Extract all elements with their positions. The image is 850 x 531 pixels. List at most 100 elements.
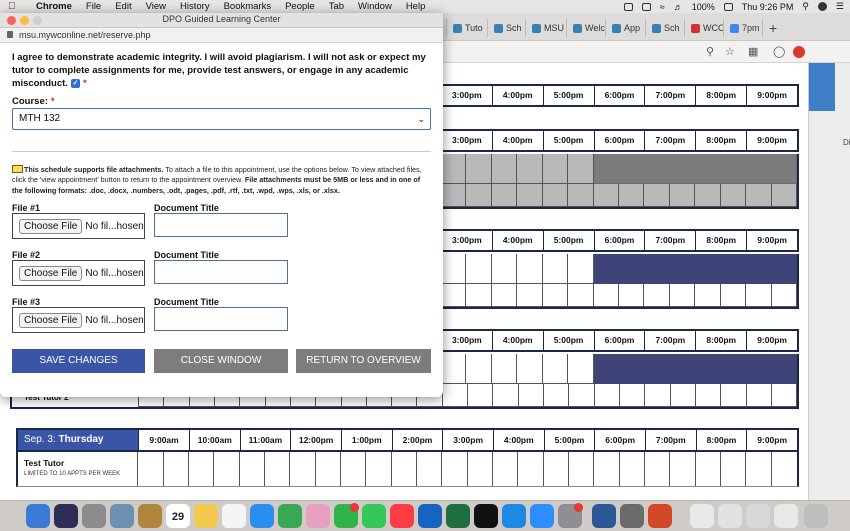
browser-tab[interactable]: Sch — [487, 19, 522, 37]
menu-help[interactable]: Help — [406, 1, 426, 12]
document-thumbnail-icon[interactable] — [620, 504, 644, 528]
document-stack-icon[interactable] — [746, 504, 770, 528]
file2-input[interactable]: Choose File No fil...hosen — [12, 260, 145, 286]
slot[interactable] — [544, 452, 570, 486]
word-icon[interactable] — [592, 504, 616, 528]
slot[interactable] — [491, 154, 518, 184]
slot[interactable] — [240, 452, 265, 486]
menu-bookmarks[interactable]: Bookmarks — [224, 1, 272, 12]
slot[interactable] — [440, 354, 467, 384]
slot[interactable] — [466, 284, 492, 307]
slot[interactable] — [568, 154, 594, 184]
key-icon[interactable]: ⚲ — [706, 45, 714, 58]
volume-icon[interactable]: ♬ — [674, 2, 683, 12]
system-preferences-icon[interactable] — [558, 503, 583, 528]
slot[interactable] — [493, 452, 519, 486]
slot[interactable] — [440, 254, 467, 284]
slot[interactable] — [569, 452, 595, 486]
slot[interactable] — [644, 184, 670, 207]
slot[interactable] — [442, 384, 469, 407]
safari-icon[interactable] — [250, 504, 274, 528]
booked-block[interactable] — [593, 254, 797, 284]
preview-icon[interactable] — [110, 504, 134, 528]
powerpoint-icon[interactable] — [648, 504, 672, 528]
slot[interactable] — [466, 154, 492, 184]
menu-view[interactable]: View — [146, 1, 166, 12]
update-icon[interactable] — [793, 46, 805, 58]
document-stack-icon[interactable] — [774, 504, 798, 528]
excel-icon[interactable] — [446, 504, 470, 528]
messages-icon[interactable] — [334, 503, 359, 528]
slot[interactable] — [695, 184, 721, 207]
slot[interactable] — [772, 452, 797, 486]
screen-icon[interactable] — [623, 2, 633, 11]
battery-icon[interactable] — [723, 2, 733, 11]
slot[interactable] — [392, 452, 418, 486]
reminders-icon[interactable] — [222, 504, 246, 528]
slot[interactable] — [468, 384, 494, 407]
slot[interactable] — [746, 384, 772, 407]
slot[interactable] — [189, 452, 215, 486]
slot[interactable] — [721, 384, 747, 407]
slot[interactable] — [517, 284, 543, 307]
slot[interactable] — [720, 184, 747, 207]
slot[interactable] — [491, 254, 518, 284]
siri-icon[interactable] — [54, 504, 78, 528]
notes-icon[interactable] — [194, 504, 218, 528]
slot[interactable] — [542, 284, 569, 307]
slot[interactable] — [265, 452, 291, 486]
menu-window[interactable]: Window — [358, 1, 392, 12]
choose-file-button[interactable]: Choose File — [19, 312, 83, 328]
slot[interactable] — [440, 154, 467, 184]
slot[interactable] — [518, 452, 544, 486]
tv-icon[interactable] — [474, 504, 498, 528]
finder-icon[interactable] — [26, 504, 50, 528]
slot[interactable] — [491, 354, 518, 384]
contacts-icon[interactable] — [138, 504, 162, 528]
slot[interactable] — [542, 254, 569, 284]
browser-tab[interactable]: Sch — [645, 19, 680, 37]
slot[interactable] — [517, 354, 543, 384]
slot[interactable] — [644, 284, 670, 307]
music-icon[interactable] — [390, 504, 414, 528]
slot[interactable] — [695, 384, 722, 407]
slot[interactable] — [594, 384, 620, 407]
menu-history[interactable]: History — [180, 1, 210, 12]
wifi-icon[interactable]: ≈ — [660, 2, 665, 12]
slot[interactable] — [669, 184, 696, 207]
extension-icon[interactable]: ▦ — [748, 45, 758, 58]
slot[interactable] — [493, 384, 519, 407]
clock[interactable]: Thu 9:26 PM — [742, 2, 794, 12]
slot[interactable] — [518, 384, 544, 407]
slot[interactable] — [669, 284, 696, 307]
launchpad-icon[interactable] — [82, 504, 106, 528]
slot[interactable] — [746, 184, 772, 207]
slot[interactable] — [569, 384, 595, 407]
slot[interactable] — [771, 184, 798, 207]
slot[interactable] — [568, 184, 594, 207]
slot[interactable] — [214, 452, 240, 486]
slot[interactable] — [568, 284, 594, 307]
slot[interactable] — [491, 184, 518, 207]
facetime-icon[interactable] — [362, 504, 386, 528]
slot[interactable] — [517, 254, 543, 284]
list-icon[interactable]: ☰ — [836, 1, 844, 12]
slot[interactable] — [618, 184, 645, 207]
slot[interactable] — [568, 354, 594, 384]
slot[interactable] — [466, 184, 492, 207]
slot[interactable] — [442, 452, 468, 486]
browser-tab[interactable]: 7pm — [723, 19, 760, 37]
outlook-icon[interactable] — [418, 504, 442, 528]
slot[interactable] — [417, 452, 443, 486]
new-tab-button[interactable]: + — [762, 19, 777, 37]
doc-title-input-3[interactable] — [154, 307, 288, 331]
browser-tab[interactable]: WCC — [684, 19, 725, 37]
return-to-overview-button[interactable]: RETURN TO OVERVIEW — [296, 349, 431, 373]
slot[interactable] — [366, 452, 392, 486]
zoom-icon[interactable] — [530, 504, 554, 528]
slot[interactable] — [542, 184, 569, 207]
slot[interactable] — [316, 452, 341, 486]
slot[interactable] — [341, 452, 367, 486]
course-select[interactable]: MTH 132 ⌄ — [12, 108, 431, 130]
profile-icon[interactable]: ◯ — [773, 45, 785, 58]
